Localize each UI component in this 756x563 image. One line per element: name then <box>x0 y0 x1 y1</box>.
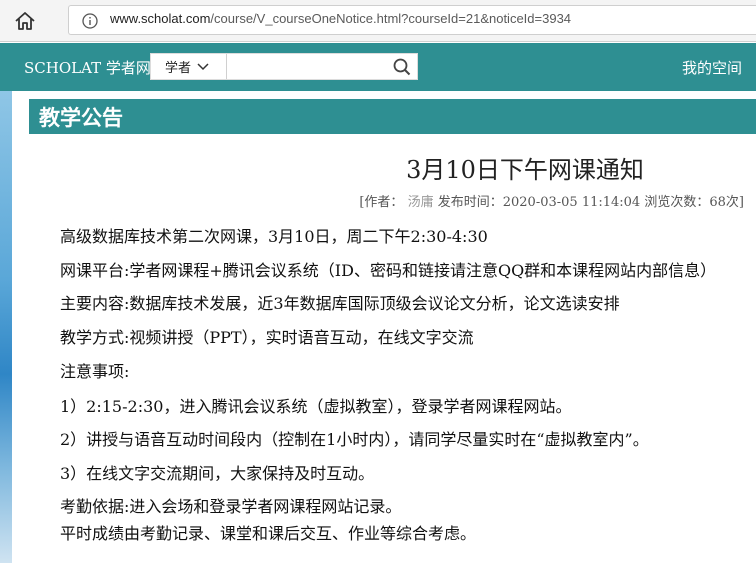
notice-line: 注意事项: <box>60 362 130 381</box>
meta-suffix: 次] <box>725 195 744 210</box>
views-count: 68 <box>709 195 726 210</box>
publish-time: 2020-03-05 11:14:04 <box>502 195 641 210</box>
home-icon <box>15 12 35 30</box>
panel-title: 教学公告 <box>39 105 123 130</box>
search-icon[interactable] <box>393 58 411 76</box>
notice-line: 平时成绩由考勤记录、课堂和课后交互、作业等综合考虑。 <box>60 524 477 543</box>
browser-toolbar: www.scholat.com/course/V_courseOneNotice… <box>0 0 756 42</box>
decorative-background <box>0 91 12 563</box>
search-type-label: 学者 <box>165 61 192 76</box>
url-path: /course/V_courseOneNotice.html?courseId=… <box>210 11 572 26</box>
my-space-link[interactable]: 我的空间 <box>682 57 742 78</box>
site-logo[interactable]: SCHOLAT 学者网 <box>24 57 151 78</box>
notice-line: 网课平台:学者网课程+腾讯会议系统（ID、密码和链接请注意QQ群和本课程网站内部… <box>60 261 717 280</box>
views-label: 浏览次数： <box>644 195 710 210</box>
search-type-select[interactable]: 学者 <box>151 54 227 79</box>
url-text: www.scholat.com/course/V_courseOneNotice… <box>110 11 571 26</box>
notice-line: 主要内容:数据库技术发展，近3年数据库国际顶级会议论文分析，论文选读安排 <box>60 294 620 313</box>
notice-title: 3月10日下午网课通知 <box>406 156 644 184</box>
site-header: SCHOLAT 学者网 学者 我的空间 <box>0 43 756 91</box>
home-button[interactable] <box>12 9 38 33</box>
search-box: 学者 <box>150 53 418 80</box>
publish-label: 发布时间： <box>437 195 503 210</box>
chevron-down-icon <box>197 62 209 70</box>
address-bar[interactable]: www.scholat.com/course/V_courseOneNotice… <box>68 5 756 35</box>
info-icon[interactable] <box>82 13 98 29</box>
panel-header: 教学公告 <box>29 99 756 134</box>
meta-prefix: [作者： <box>359 195 404 210</box>
notice-line: 考勤依据:进入会场和登录学者网课程网站记录。 <box>60 497 402 516</box>
url-domain: www.scholat.com <box>110 11 211 26</box>
notice-line: 1）2:15-2:30，进入腾讯会议系统（虚拟教室），登录学者网课程网站。 <box>60 397 572 416</box>
notice-line: 3）在线文字交流期间，大家保持及时互动。 <box>60 464 375 483</box>
notice-line: 教学方式:视频讲授（PPT），实时语音互动，在线文字交流 <box>60 328 474 347</box>
search-input[interactable] <box>229 54 389 79</box>
notice-line: 高级数据库技术第二次网课，3月10日，周二下午2:30-4:30 <box>60 227 488 246</box>
author-link[interactable]: 汤庸 <box>408 195 434 210</box>
notice-line: 2）讲授与语音互动时间段内（控制在1小时内），请同学尽量实时在“虚拟教室内”。 <box>60 430 649 449</box>
notice-meta: [作者： 汤庸 发布时间：2020-03-05 11:14:04 浏览次数：68… <box>359 191 744 210</box>
